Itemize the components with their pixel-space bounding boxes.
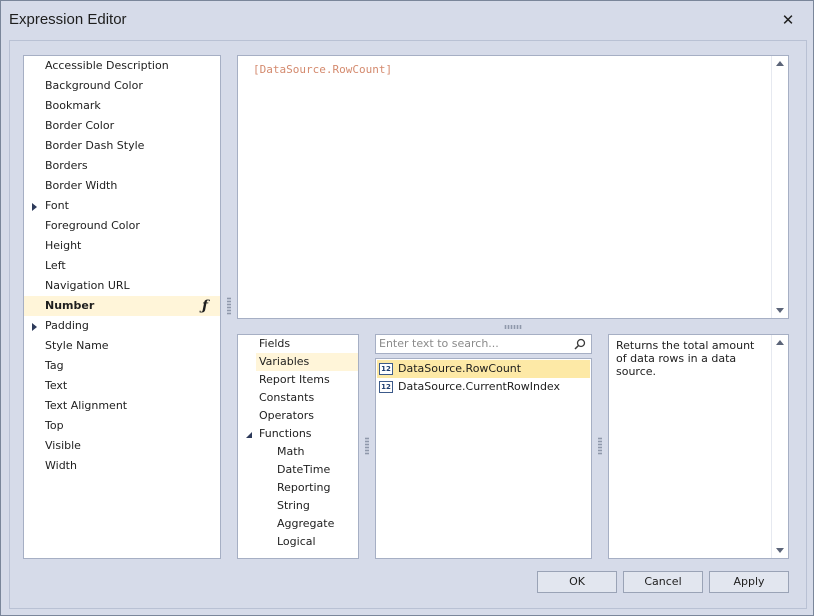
search-placeholder: Enter text to search... <box>379 337 499 350</box>
scroll-up-icon[interactable] <box>776 340 784 345</box>
property-item[interactable]: Background Color <box>24 76 220 96</box>
cancel-button[interactable]: Cancel <box>623 571 703 593</box>
property-label: Bookmark <box>45 99 101 112</box>
property-item[interactable]: Text <box>24 376 220 396</box>
property-item[interactable]: Border Width <box>24 176 220 196</box>
property-label: Text Alignment <box>45 399 128 412</box>
ok-button[interactable]: OK <box>537 571 617 593</box>
variables-list: 12 DataSource.RowCount 12 DataSource.Curren… <box>375 358 592 559</box>
scroll-up-icon[interactable] <box>776 61 784 66</box>
property-label: Background Color <box>45 79 143 92</box>
search-icon[interactable] <box>574 338 586 350</box>
property-label: Foreground Color <box>45 219 140 232</box>
category-item[interactable]: DateTime <box>274 461 354 479</box>
category-item[interactable]: Report Items <box>256 371 358 389</box>
property-item[interactable]: Foreground Color <box>24 216 220 236</box>
collapse-arrow-icon[interactable] <box>246 432 252 438</box>
function-icon[interactable]: ƒ <box>202 298 208 314</box>
property-label: Navigation URL <box>45 279 130 292</box>
scroll-down-icon[interactable] <box>776 308 784 313</box>
property-item[interactable]: Style Name <box>24 336 220 356</box>
category-item[interactable]: Logical <box>274 533 354 551</box>
vertical-splitter-right[interactable] <box>598 437 602 455</box>
category-item[interactable]: Math <box>274 443 354 461</box>
category-item[interactable]: Constants <box>256 389 358 407</box>
window-title: Expression Editor <box>9 11 127 28</box>
category-item[interactable]: Fields <box>256 335 358 353</box>
property-label: Tag <box>45 359 64 372</box>
property-label: Border Color <box>45 119 115 132</box>
title-bar: Expression Editor ✕ <box>1 1 813 39</box>
property-item[interactable]: Borders <box>24 156 220 176</box>
property-item[interactable]: Left <box>24 256 220 276</box>
scroll-down-icon[interactable] <box>776 548 784 553</box>
category-item[interactable]: Aggregate <box>274 515 354 533</box>
property-item[interactable]: Border Color <box>24 116 220 136</box>
property-item[interactable]: Number ƒ <box>24 296 220 316</box>
property-label: Border Dash Style <box>45 139 145 152</box>
property-item[interactable]: Visible <box>24 436 220 456</box>
property-item[interactable]: Accessible Description <box>24 56 220 76</box>
items-panel: Enter text to search... 12 DataSource.Row… <box>375 334 592 559</box>
property-item[interactable]: Height <box>24 236 220 256</box>
vertical-splitter-middle[interactable] <box>365 437 369 455</box>
variable-icon: 12 <box>379 363 393 375</box>
description-text: Returns the total amount of data rows in… <box>616 339 755 378</box>
expand-arrow-icon[interactable] <box>32 323 37 331</box>
property-label: Padding <box>45 319 89 332</box>
variable-label: DataSource.RowCount <box>398 362 522 375</box>
apply-button[interactable]: Apply <box>709 571 789 593</box>
property-item[interactable]: Navigation URL <box>24 276 220 296</box>
variable-icon: 12 <box>379 381 393 393</box>
property-label: Visible <box>45 439 81 452</box>
category-tree: Fields Variables Report Items Constants Oper… <box>237 334 359 559</box>
property-label: Width <box>45 459 77 472</box>
expression-scrollbar[interactable] <box>771 56 788 318</box>
vertical-splitter-left[interactable] <box>227 297 231 315</box>
description-panel: Returns the total amount of data rows in… <box>608 334 789 559</box>
property-label: Borders <box>45 159 88 172</box>
property-label: Text <box>45 379 68 392</box>
property-item[interactable]: Width <box>24 456 220 476</box>
property-label: Left <box>45 259 66 272</box>
category-item[interactable]: Variables <box>256 353 358 371</box>
variable-item[interactable]: 12 DataSource.CurrentRowIndex <box>377 378 590 396</box>
property-item[interactable]: Bookmark <box>24 96 220 116</box>
property-label: Accessible Description <box>45 59 169 72</box>
property-label: Style Name <box>45 339 109 352</box>
variable-item[interactable]: 12 DataSource.RowCount <box>377 360 590 378</box>
category-item[interactable]: Functions <box>256 425 358 443</box>
expand-arrow-icon[interactable] <box>32 203 37 211</box>
category-item[interactable]: Operators <box>256 407 358 425</box>
property-item[interactable]: Font <box>24 196 220 216</box>
horizontal-splitter[interactable] <box>504 325 522 329</box>
variable-label: DataSource.CurrentRowIndex <box>398 380 561 393</box>
property-label: Number <box>45 299 95 312</box>
close-icon[interactable]: ✕ <box>777 9 799 31</box>
property-label: Font <box>45 199 69 212</box>
property-label: Top <box>45 419 64 432</box>
property-item[interactable]: Text Alignment <box>24 396 220 416</box>
search-input[interactable]: Enter text to search... <box>375 334 592 354</box>
property-label: Height <box>45 239 82 252</box>
property-item[interactable]: Padding <box>24 316 220 336</box>
expression-text[interactable]: [DataSource.RowCount] <box>253 63 392 76</box>
property-item[interactable]: Border Dash Style <box>24 136 220 156</box>
category-item[interactable]: String <box>274 497 354 515</box>
property-item[interactable]: Tag <box>24 356 220 376</box>
property-list: Accessible Description Background Color Bo… <box>23 55 221 559</box>
description-scrollbar[interactable] <box>771 335 788 558</box>
expression-editor[interactable]: [DataSource.RowCount] <box>237 55 789 319</box>
property-item[interactable]: Top <box>24 416 220 436</box>
category-item[interactable]: Reporting <box>274 479 354 497</box>
property-label: Border Width <box>45 179 118 192</box>
